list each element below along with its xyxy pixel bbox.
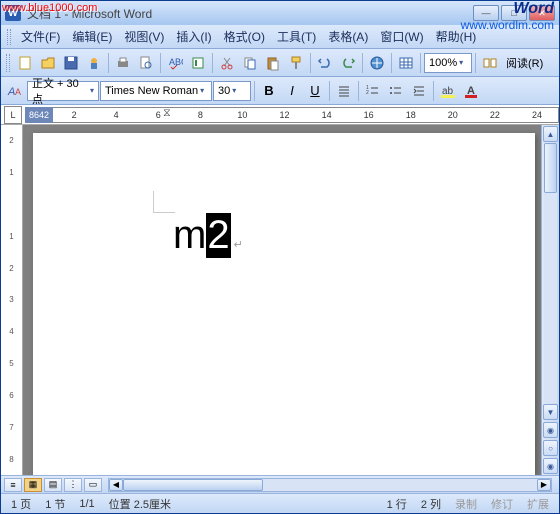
read-mode-icon[interactable] <box>479 52 501 74</box>
cut-icon[interactable] <box>216 52 238 74</box>
ruler-negative: 86 42 <box>25 107 53 123</box>
menu-view[interactable]: 视图(V) <box>118 26 170 47</box>
web-view-icon[interactable]: ▤ <box>44 478 62 492</box>
ruler-positive: 24 68 1012 1416 1820 2224 <box>53 107 559 123</box>
document-text[interactable]: m2 ↵ <box>173 213 535 258</box>
undo-icon[interactable] <box>314 52 336 74</box>
app-window: W 文档 1 - Microsoft Word — □ ✕ 文件(F) 编辑(E… <box>0 0 560 514</box>
reading-view-icon[interactable]: ▭ <box>84 478 102 492</box>
tab-selector[interactable]: L <box>4 106 22 124</box>
normal-view-icon[interactable]: ≡ <box>4 478 22 492</box>
font-dropdown[interactable]: Times New Roman▾ <box>100 81 212 101</box>
svg-text:2: 2 <box>366 90 369 96</box>
svg-text:A: A <box>15 87 21 97</box>
page[interactable]: m2 ↵ <box>33 133 535 475</box>
paragraph-mark-icon: ↵ <box>234 238 243 251</box>
hyperlink-icon[interactable] <box>366 52 388 74</box>
spell-icon[interactable]: ABC <box>164 52 186 74</box>
italic-button[interactable]: I <box>281 80 303 102</box>
open-icon[interactable] <box>37 52 59 74</box>
numbered-list-icon[interactable]: 12 <box>362 80 384 102</box>
scroll-up-icon[interactable]: ▲ <box>543 126 558 142</box>
vertical-ruler[interactable]: 21 1 23 45 67 8 <box>1 125 23 475</box>
save-icon[interactable] <box>60 52 82 74</box>
standard-toolbar: ABC 100%▾ 阅读(R) <box>1 49 559 77</box>
status-ext[interactable]: 扩展 <box>527 496 549 512</box>
table-insert-icon[interactable] <box>395 52 417 74</box>
outline-view-icon[interactable]: ⋮ <box>64 478 82 492</box>
menu-insert[interactable]: 插入(I) <box>170 26 217 47</box>
vscroll-thumb[interactable] <box>544 143 557 193</box>
bullet-list-icon[interactable] <box>385 80 407 102</box>
horizontal-ruler[interactable]: L 86 42 ⧖ 24 68 1012 1416 1820 2224 <box>1 105 559 125</box>
scroll-down-icon[interactable]: ▼ <box>543 404 558 420</box>
menu-window[interactable]: 窗口(W) <box>374 26 429 47</box>
copy-icon[interactable] <box>239 52 261 74</box>
menu-format[interactable]: 格式(O) <box>218 26 271 47</box>
menu-edit[interactable]: 编辑(E) <box>66 26 118 47</box>
next-page-icon[interactable]: ◉ <box>543 458 558 474</box>
status-page: 1 页 <box>11 496 31 512</box>
status-position: 位置 2.5厘米 <box>109 496 171 512</box>
print-layout-view-icon[interactable]: ▦ <box>24 478 42 492</box>
new-icon[interactable] <box>14 52 36 74</box>
watermark-topright: Word <box>513 0 554 18</box>
margin-corner <box>153 191 175 213</box>
document-area: 21 1 23 45 67 8 m2 ↵ ▲ ▼ ◉ ○ ◉ <box>1 125 559 475</box>
permission-icon[interactable] <box>83 52 105 74</box>
bold-button[interactable]: B <box>258 80 280 102</box>
font-color-icon[interactable]: A <box>460 80 482 102</box>
scroll-left-icon[interactable]: ◀ <box>109 479 123 491</box>
status-rec[interactable]: 录制 <box>455 496 477 512</box>
underline-button[interactable]: U <box>304 80 326 102</box>
formatting-toolbar: AA 正文 + 30 点▾ Times New Roman▾ 30▾ B I U… <box>1 77 559 105</box>
prev-page-icon[interactable]: ◉ <box>543 422 558 438</box>
status-rev[interactable]: 修订 <box>491 496 513 512</box>
watermark-topleft: www.blue1000.com <box>2 2 97 14</box>
size-dropdown[interactable]: 30▾ <box>213 81 251 101</box>
menu-grip[interactable] <box>7 29 11 45</box>
watermark-topright-url: www.wordlm.com <box>461 18 554 32</box>
view-bar: ≡ ▦ ▤ ⋮ ▭ ◀ ▶ <box>1 475 559 493</box>
status-bar: 1 页 1 节 1/1 位置 2.5厘米 1 行 2 列 录制 修订 扩展 <box>1 493 559 513</box>
menu-table[interactable]: 表格(A) <box>322 26 374 47</box>
paste-icon[interactable] <box>262 52 284 74</box>
zoom-dropdown[interactable]: 100%▾ <box>424 53 472 73</box>
preview-icon[interactable] <box>135 52 157 74</box>
redo-icon[interactable] <box>337 52 359 74</box>
research-icon[interactable] <box>187 52 209 74</box>
status-col: 2 列 <box>421 496 441 512</box>
status-pages: 1/1 <box>79 498 94 510</box>
vertical-scrollbar[interactable]: ▲ ▼ ◉ ○ ◉ <box>541 125 559 475</box>
text-m[interactable]: m <box>173 213 206 258</box>
page-container: m2 ↵ <box>23 125 541 475</box>
align-justify-icon[interactable] <box>333 80 355 102</box>
style-dropdown[interactable]: 正文 + 30 点▾ <box>27 81 99 101</box>
print-icon[interactable] <box>112 52 134 74</box>
highlight-icon[interactable]: ab <box>437 80 459 102</box>
status-line: 1 行 <box>387 496 407 512</box>
styles-pane-icon[interactable]: AA <box>4 80 26 102</box>
toolbar-grip[interactable] <box>6 54 10 72</box>
status-section: 1 节 <box>45 496 65 512</box>
indent-icon[interactable] <box>408 80 430 102</box>
browse-object-icon[interactable]: ○ <box>543 440 558 456</box>
format-painter-icon[interactable] <box>285 52 307 74</box>
menu-tools[interactable]: 工具(T) <box>271 26 322 47</box>
menu-file[interactable]: 文件(F) <box>15 26 66 47</box>
horizontal-scrollbar[interactable]: ◀ ▶ <box>108 478 552 492</box>
hscroll-thumb[interactable] <box>123 479 263 491</box>
selected-text[interactable]: 2 <box>206 213 230 258</box>
read-label[interactable]: 阅读(R) <box>502 55 547 71</box>
scroll-right-icon[interactable]: ▶ <box>537 479 551 491</box>
